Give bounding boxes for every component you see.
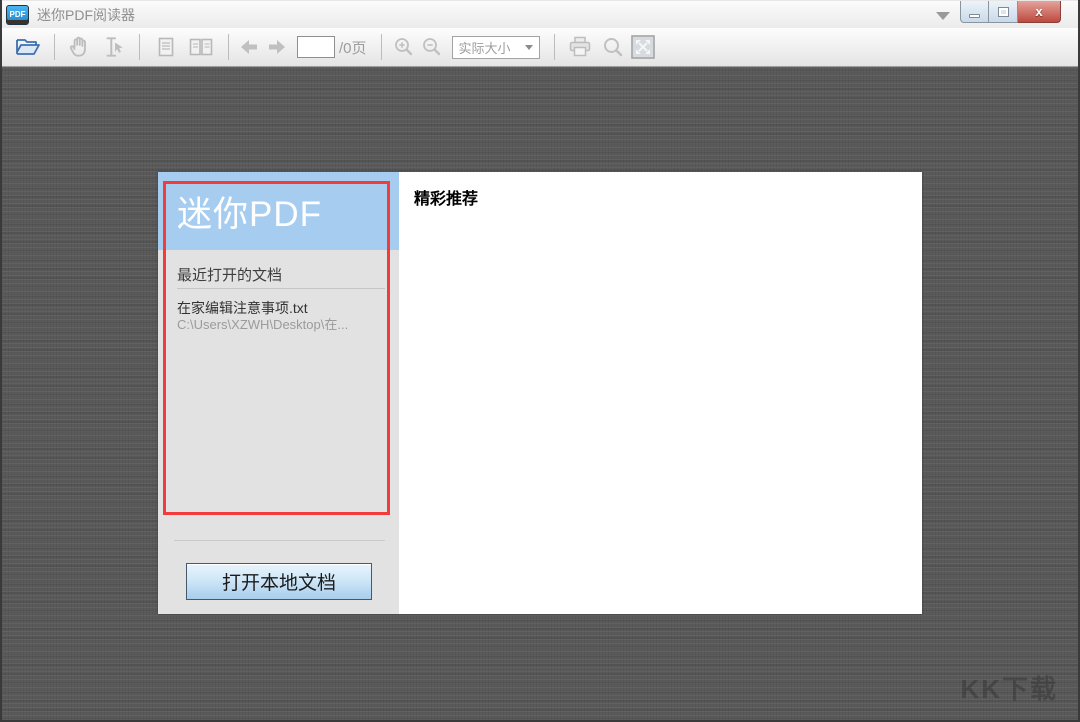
close-button[interactable]: x — [1018, 1, 1061, 23]
search-icon — [601, 35, 625, 59]
single-page-icon — [154, 35, 178, 59]
toolbar-options-caret-icon[interactable] — [936, 12, 950, 20]
app-icon: PDF — [6, 5, 29, 25]
recent-document-item[interactable]: 在家编辑注意事项.txt C:\Users\XZWH\Desktop\在... — [177, 300, 382, 333]
recommendations-panel: 精彩推荐 — [399, 172, 922, 614]
page-total-label: /0页 — [339, 37, 367, 58]
divider — [177, 288, 385, 289]
sidebar: 迷你PDF 最近打开的文档 在家编辑注意事项.txt C:\Users\XZWH… — [158, 172, 399, 614]
print-button[interactable] — [567, 35, 593, 59]
recent-documents-title: 最近打开的文档 — [177, 264, 282, 285]
printer-icon — [567, 35, 593, 59]
hand-tool-icon — [67, 34, 93, 60]
recommendations-title: 精彩推荐 — [414, 185, 478, 209]
divider — [174, 540, 385, 541]
search-button[interactable] — [601, 35, 625, 59]
document-background: 迷你PDF 最近打开的文档 在家编辑注意事项.txt C:\Users\XZWH… — [2, 67, 1078, 720]
open-folder-icon — [14, 35, 42, 59]
toolbar: /0页 实际大小 — [2, 28, 1078, 67]
zoom-level-value: 实际大小 — [459, 38, 511, 57]
close-icon: x — [1035, 4, 1042, 19]
open-file-button[interactable] — [14, 35, 42, 59]
toolbar-separator — [54, 34, 55, 60]
single-page-view-button[interactable] — [154, 35, 178, 59]
title-bar: PDF 迷你PDF阅读器 x — [2, 0, 1078, 28]
zoom-in-icon — [392, 35, 416, 59]
minimize-button[interactable] — [960, 1, 989, 23]
watermark: KK下载 — [960, 669, 1058, 706]
fullscreen-icon — [630, 34, 656, 60]
text-select-tool-button[interactable] — [101, 34, 127, 60]
open-local-document-button[interactable]: 打开本地文档 — [186, 563, 372, 600]
next-page-button[interactable] — [265, 35, 289, 59]
brand-header: 迷你PDF — [158, 172, 399, 250]
maximize-button[interactable] — [989, 1, 1018, 23]
toolbar-separator — [139, 34, 140, 60]
recent-document-path: C:\Users\XZWH\Desktop\在... — [177, 317, 382, 333]
maximize-icon — [999, 8, 1008, 16]
forward-arrow-icon — [265, 35, 289, 59]
recent-document-name: 在家编辑注意事项.txt — [177, 300, 382, 317]
page-number-input[interactable] — [297, 36, 335, 58]
zoom-out-button[interactable] — [420, 35, 444, 59]
zoom-level-select[interactable]: 实际大小 — [452, 36, 540, 59]
welcome-panel: 迷你PDF 最近打开的文档 在家编辑注意事项.txt C:\Users\XZWH… — [158, 172, 922, 614]
app-window: PDF 迷你PDF阅读器 x — [0, 0, 1080, 722]
window-controls: x — [960, 1, 1061, 23]
hand-tool-button[interactable] — [67, 34, 93, 60]
zoom-in-button[interactable] — [392, 35, 416, 59]
toolbar-separator — [554, 34, 555, 60]
back-arrow-icon — [237, 35, 261, 59]
zoom-out-icon — [420, 35, 444, 59]
toolbar-separator — [381, 34, 382, 60]
previous-page-button[interactable] — [237, 35, 261, 59]
fullscreen-button[interactable] — [630, 34, 656, 60]
two-page-view-button[interactable] — [188, 35, 214, 59]
window-title: 迷你PDF阅读器 — [37, 5, 135, 25]
two-page-icon — [188, 35, 214, 59]
text-select-icon — [101, 34, 127, 60]
toolbar-separator — [228, 34, 229, 60]
select-caret-icon — [525, 45, 533, 50]
minimize-icon — [969, 14, 980, 18]
